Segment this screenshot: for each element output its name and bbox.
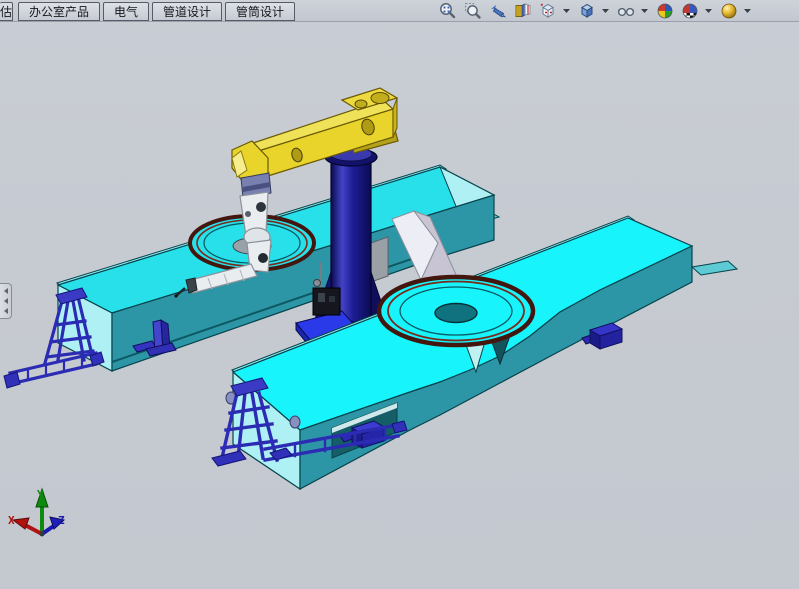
view-orientation-dropdown[interactable] [563,2,571,21]
hide-show-items-dropdown[interactable] [641,2,649,21]
view-settings-dropdown[interactable] [744,2,752,21]
display-style-icon[interactable] [577,2,596,21]
command-tabs: 估 办公室产品 电气 管道设计 管筒设计 [0,0,298,22]
tab-office-products[interactable]: 办公室产品 [18,2,100,21]
right-ring-hub-hole [435,304,477,323]
heads-up-view-toolbar [438,1,752,21]
tab-piping-design[interactable]: 管道设计 [152,2,222,21]
collapse-arrow-icon [4,298,8,304]
left-trestle-foot-left [4,372,20,388]
tab-electrical[interactable]: 电气 [103,2,149,21]
collapse-arrow-icon [4,308,8,314]
display-style-dropdown[interactable] [602,2,610,21]
edit-appearance-icon[interactable] [655,2,674,21]
robot-boom-yellow[interactable] [232,88,398,198]
apply-scene-dropdown[interactable] [705,2,713,21]
tab-evaluate-clipped[interactable]: 估 [0,2,13,21]
apply-scene-icon[interactable] [680,2,699,21]
front-trestle-foot-left [212,451,246,466]
x-axis-label: X [8,514,15,527]
z-axis-label: Z [58,514,65,527]
right-beam-ring[interactable] [379,277,533,345]
cad-application-window: X Y Z 估 办公室产品 电气 管道设计 管筒设计 [0,0,799,589]
feature-panel-collapse-button[interactable] [0,283,12,319]
tab-tubing-design[interactable]: 管筒设计 [225,2,295,21]
right-beam-end-tab [692,261,737,275]
command-manager-toolbar: 估 办公室产品 电气 管道设计 管筒设计 [0,0,799,22]
hide-show-items-icon[interactable] [616,2,635,21]
reference-triad[interactable]: X Y Z [8,488,65,537]
y-axis-label: Y [37,488,44,501]
zoom-to-fit-icon[interactable] [438,2,457,21]
view-settings-icon[interactable] [719,2,738,21]
boom-rear-end [393,98,397,137]
view-orientation-icon[interactable] [538,2,557,21]
zoom-to-area-icon[interactable] [463,2,482,21]
section-view-icon[interactable] [513,2,532,21]
collapse-arrow-icon [4,288,8,294]
previous-view-icon[interactable] [488,2,507,21]
graphics-viewport[interactable]: X Y Z [0,0,799,589]
